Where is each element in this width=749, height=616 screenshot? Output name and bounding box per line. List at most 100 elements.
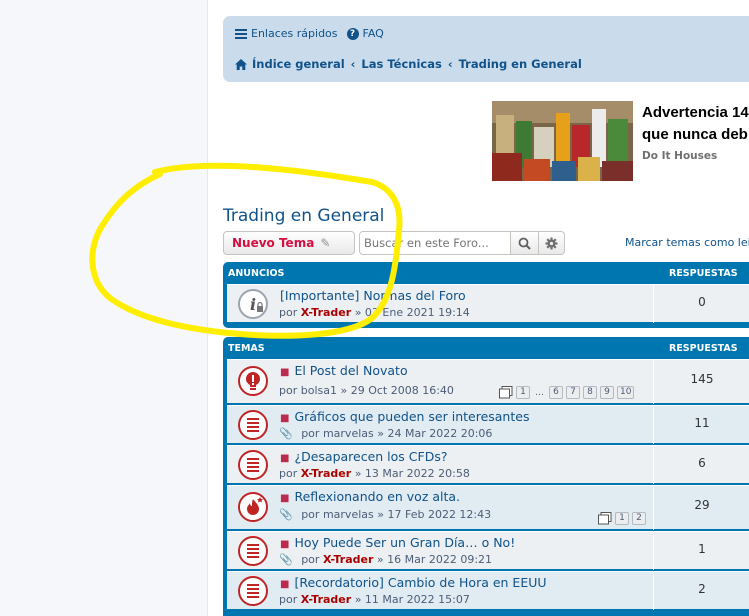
column-divider <box>653 360 654 404</box>
topic-meta: 📎 por marvelas » 17 Feb 2022 12:43 <box>279 508 491 521</box>
topic-title[interactable]: ■ Gráficos que pueden ser interesantes <box>280 409 529 424</box>
announcement-meta: por X-Trader » 03 Ene 2021 19:14 <box>279 306 470 319</box>
topic-icon <box>238 450 268 480</box>
mark-topics-read-link[interactable]: Marcar temas como lei <box>625 236 749 249</box>
pagination-ellipsis: … <box>535 387 544 398</box>
announcements-header: ANUNCIOS RESPUESTAS <box>227 262 749 284</box>
topic-row: ■ Reflexionando en voz alta. 📎 por marvel… <box>227 485 749 530</box>
ad-headline-line2: que nunca deb <box>642 126 748 143</box>
page-link[interactable]: 10 <box>617 386 635 399</box>
topic-title-text: ¿Desaparecen los CFDs? <box>294 449 448 464</box>
navbar: Enlaces rápidos ? FAQ Índice general ‹ L… <box>223 16 749 82</box>
author-link[interactable]: marvelas <box>323 508 374 521</box>
meta-date[interactable]: » 11 Mar 2022 15:07 <box>355 593 470 606</box>
topic-row: ■ Gráficos que pueden ser interesantes 📎 … <box>227 405 749 444</box>
page-link[interactable]: 7 <box>566 386 580 399</box>
topic-icon <box>238 576 268 606</box>
svg-text:i: i <box>250 295 256 314</box>
hot-topic-icon <box>238 492 268 522</box>
topic-title[interactable]: ■ [Recordatorio] Cambio de Hora en EEUU <box>280 575 547 590</box>
author-link[interactable]: X-Trader <box>323 553 373 566</box>
topic-title[interactable]: ■ Hoy Puede Ser un Gran Día… o No! <box>280 535 515 550</box>
breadcrumb-trading[interactable]: Trading en General <box>459 57 582 71</box>
page-link[interactable]: 9 <box>600 386 614 399</box>
pencil-icon: ✎ <box>320 236 331 250</box>
reply-count: 145 <box>690 372 714 386</box>
announcement-row: i [Importante] Normas del Foro por X-Tra… <box>227 284 749 323</box>
topic-title-text: Gráficos que pueden ser interesantes <box>294 409 530 424</box>
meta-date[interactable]: » 03 Ene 2021 19:14 <box>355 306 470 319</box>
faq-icon: ? <box>346 27 359 40</box>
topic-title[interactable]: ■ Reflexionando en voz alta. <box>280 489 460 504</box>
quick-links-menu[interactable]: Enlaces rápidos <box>251 27 338 40</box>
meta-date[interactable]: » 16 Mar 2022 09:21 <box>377 553 492 566</box>
reply-count: 11 <box>694 416 710 430</box>
column-divider <box>653 285 654 323</box>
ad-image[interactable] <box>492 101 633 181</box>
ad-headline[interactable]: Advertencia 14 que nunca deb <box>642 102 749 146</box>
topic-meta: por X-Trader » 11 Mar 2022 15:07 <box>279 593 470 606</box>
advanced-search-button[interactable] <box>539 231 565 255</box>
breadcrumb-tecnicas[interactable]: Las Técnicas <box>361 57 441 71</box>
author-link[interactable]: X-Trader <box>301 593 351 606</box>
topic-row: ■ [Recordatorio] Cambio de Hora en EEUU p… <box>227 571 749 610</box>
document-icon: ■ <box>280 539 290 550</box>
topic-title[interactable]: ■ ¿Desaparecen los CFDs? <box>280 449 447 464</box>
document-icon: ■ <box>280 453 290 464</box>
breadcrumb-index[interactable]: Índice general <box>252 57 345 71</box>
author-link[interactable]: marvelas <box>323 427 374 440</box>
column-divider <box>653 406 654 444</box>
page-link[interactable]: 6 <box>549 386 563 399</box>
meta-date[interactable]: » 24 Mar 2022 20:06 <box>377 427 492 440</box>
replies-column-header: RESPUESTAS <box>669 267 738 279</box>
page-link[interactable]: 1 <box>516 386 530 399</box>
attachment-icon: 📎 <box>279 508 293 521</box>
topic-meta: 📎 por marvelas » 24 Mar 2022 20:06 <box>279 427 492 440</box>
topic-title[interactable]: ■ El Post del Novato <box>280 363 408 378</box>
forum-title[interactable]: Trading en General <box>223 206 384 226</box>
meta-by: por <box>301 553 320 566</box>
pages-icon <box>598 512 612 525</box>
ad-product-photo <box>492 101 633 181</box>
topic-row: ■ Hoy Puede Ser un Gran Día… o No! 📎 por … <box>227 531 749 570</box>
meta-date[interactable]: » 13 Mar 2022 20:58 <box>355 467 470 480</box>
meta-by: por <box>279 593 298 606</box>
topic-title-text: El Post del Novato <box>294 363 408 378</box>
topic-row: ■ El Post del Novato por bolsa1 » 29 Oct … <box>227 359 749 404</box>
topic-row: ■ ¿Desaparecen los CFDs? por X-Trader » 1… <box>227 445 749 484</box>
meta-date[interactable]: » 29 Oct 2008 16:40 <box>341 384 454 397</box>
ad-headline-line1: Advertencia 14 <box>642 104 749 121</box>
topic-icon <box>238 536 268 566</box>
document-icon: ■ <box>280 367 290 378</box>
topic-meta: por bolsa1 » 29 Oct 2008 16:40 <box>279 384 454 397</box>
author-link[interactable]: X-Trader <box>301 467 351 480</box>
faq-link[interactable]: FAQ <box>363 27 384 40</box>
author-link[interactable]: X-Trader <box>301 306 351 319</box>
left-margin <box>0 0 207 616</box>
search-input[interactable] <box>359 231 511 255</box>
reply-count: 1 <box>698 542 706 556</box>
forum-page: Enlaces rápidos ? FAQ Índice general ‹ L… <box>207 0 749 616</box>
new-topic-label: Nuevo Tema <box>232 236 315 250</box>
column-divider <box>653 572 654 610</box>
page-link[interactable]: 2 <box>632 512 646 525</box>
replies-column-header: RESPUESTAS <box>669 342 738 354</box>
page-link[interactable]: 1 <box>615 512 629 525</box>
announcement-title[interactable]: [Importante] Normas del Foro <box>280 288 466 303</box>
document-icon: ■ <box>280 413 290 424</box>
meta-by: por <box>279 306 298 319</box>
new-topic-button[interactable]: Nuevo Tema ✎ <box>223 231 355 255</box>
quick-links-bar: Enlaces rápidos ? FAQ <box>235 27 384 40</box>
column-divider <box>653 486 654 530</box>
pages-icon <box>499 386 513 399</box>
author-link[interactable]: bolsa1 <box>301 384 337 397</box>
topic-icon <box>238 410 268 440</box>
page-link[interactable]: 8 <box>583 386 597 399</box>
home-icon <box>235 58 247 70</box>
column-divider <box>653 532 654 570</box>
meta-date[interactable]: » 17 Feb 2022 12:43 <box>377 508 491 521</box>
search-button[interactable] <box>511 231 539 255</box>
document-icon: ■ <box>280 579 290 590</box>
document-icon: ■ <box>280 493 290 504</box>
search-icon <box>518 237 531 250</box>
